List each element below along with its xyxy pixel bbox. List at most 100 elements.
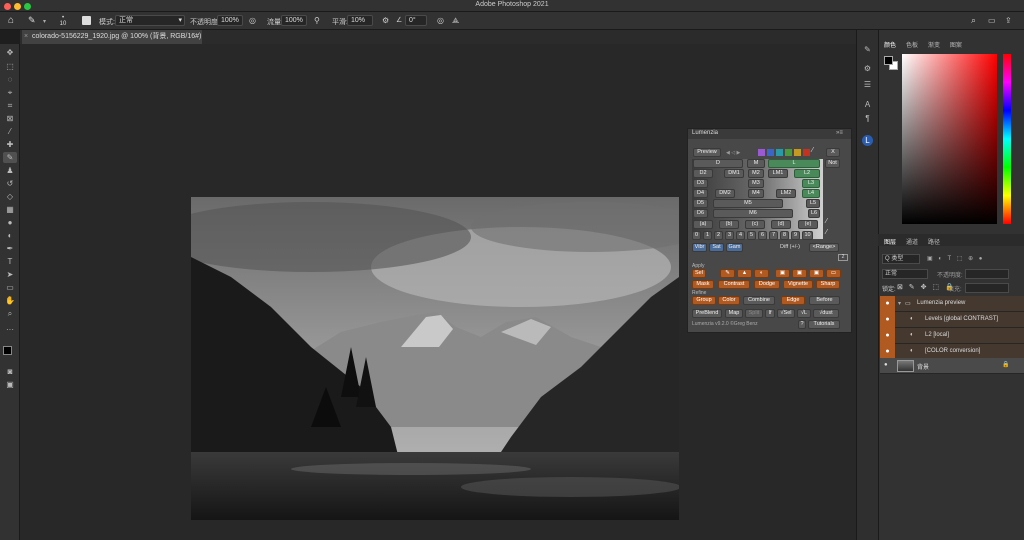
btn-mask-frame[interactable]: ▭ <box>826 269 841 278</box>
flow-input[interactable]: 100% <box>281 15 307 26</box>
tab-layers[interactable]: 图层 <box>884 240 896 246</box>
brush-settings-panel-icon[interactable]: ✎ <box>861 44 874 55</box>
gradient-tool-icon[interactable]: ▦ <box>3 204 17 215</box>
btn-lm2[interactable]: LM2 <box>776 189 796 198</box>
btn-zone-3[interactable]: 3 <box>725 231 734 240</box>
preview-button[interactable]: Preview <box>693 148 721 157</box>
btn-zone-2[interactable]: 2 <box>714 231 723 240</box>
btn-l2[interactable]: L2 <box>794 169 820 178</box>
swatch-red[interactable] <box>803 149 810 156</box>
btn-vibrance[interactable]: Vibr <box>692 243 707 252</box>
btn-mask-solid[interactable]: ▣ <box>792 269 807 278</box>
eye-icon[interactable]: ● <box>880 296 895 312</box>
color-foreground-swatch[interactable] <box>884 56 893 65</box>
btn-group[interactable]: Group <box>692 296 716 305</box>
chevron-down-icon[interactable]: ▾ <box>898 300 901 307</box>
path-select-tool-icon[interactable]: ➤ <box>3 269 17 280</box>
btn-combine[interactable]: Combine <box>743 296 775 305</box>
layer-row[interactable]: ● ▾ ▭ Lumenzia preview <box>880 296 1024 312</box>
pressure-size-icon[interactable]: ◎ <box>437 16 444 25</box>
page-number[interactable]: 2 <box>838 254 848 261</box>
btn-mask-image[interactable]: ▣ <box>775 269 790 278</box>
history-arrows-icon[interactable]: ◀ ◁ ▶ <box>726 150 740 156</box>
stamp-tool-icon[interactable]: ♟ <box>3 165 17 176</box>
btn-mask[interactable]: Mask <box>692 280 714 289</box>
btn-mask-gray[interactable]: ▣ <box>809 269 824 278</box>
btn-edge[interactable]: Edge <box>781 296 805 305</box>
quick-mask-icon[interactable]: ◙ <box>3 366 17 377</box>
btn-d6[interactable]: D6 <box>693 209 708 218</box>
btn-zone-7[interactable]: 7 <box>769 231 778 240</box>
btn-l[interactable]: L <box>768 159 820 168</box>
eyedropper-icon[interactable]: ⁄ <box>812 147 813 154</box>
document-image[interactable] <box>191 197 679 520</box>
eyedropper-tool-icon[interactable]: ⁄ <box>3 126 17 137</box>
swatch-yellow[interactable] <box>794 149 801 156</box>
swatch-blue[interactable] <box>767 149 774 156</box>
btn-d5[interactable]: D5 <box>693 199 708 208</box>
tab-swatches[interactable]: 色板 <box>906 43 918 49</box>
lasso-tool-icon[interactable]: ◌ <box>3 74 17 85</box>
btn-map[interactable]: Map <box>725 309 743 318</box>
hue-slider[interactable] <box>1003 54 1011 224</box>
dodge-tool-icon[interactable]: ◐ <box>3 230 17 241</box>
layer-row[interactable]: ● ◐ L2 [local] <box>880 328 1024 344</box>
pressure-opacity-icon[interactable]: ◎ <box>249 16 256 25</box>
hand-tool-icon[interactable]: ✋ <box>3 295 17 306</box>
btn-l6[interactable]: L6 <box>808 209 820 218</box>
swatch-cyan[interactable] <box>776 149 783 156</box>
btn-d[interactable]: D <box>693 159 743 168</box>
tab-channels[interactable]: 通道 <box>906 240 918 246</box>
layer-filter-select[interactable]: Q 类型 <box>882 254 920 264</box>
symmetry-icon[interactable]: ⟁ <box>452 16 459 26</box>
fill-input[interactable] <box>965 283 1009 293</box>
foreground-color-swatch[interactable] <box>3 346 12 355</box>
mode-select[interactable]: 正常 ▾ <box>115 15 185 26</box>
tab-paths[interactable]: 路径 <box>928 240 940 246</box>
adjustments-panel-icon[interactable]: ⚙ <box>861 63 874 74</box>
btn-zone-c[interactable]: (c) <box>745 220 765 229</box>
btn-d2[interactable]: D2 <box>693 169 713 178</box>
btn-zone-6[interactable]: 6 <box>758 231 767 240</box>
btn-m3[interactable]: M3 <box>748 179 764 188</box>
btn-gamut[interactable]: Gam <box>726 243 743 252</box>
document-tab-close-icon[interactable]: × <box>24 30 28 44</box>
shape-tool-icon[interactable]: ▭ <box>3 282 17 293</box>
zoom-tool-icon[interactable]: ⌕ <box>3 308 17 319</box>
btn-dodge-burn[interactable]: ◐ <box>754 269 769 278</box>
gear-icon[interactable]: ⚙ <box>382 16 389 25</box>
btn-zone-1[interactable]: 1 <box>703 231 712 240</box>
tab-patterns[interactable]: 图案 <box>950 43 962 49</box>
btn-fill[interactable]: ▲ <box>737 269 752 278</box>
more-tools-icon[interactable]: ··· <box>3 324 17 335</box>
btn-d3[interactable]: D3 <box>693 179 708 188</box>
healing-tool-icon[interactable]: ✚ <box>3 139 17 150</box>
btn-split[interactable]: Split <box>745 309 763 318</box>
paragraph-panel-icon[interactable]: ¶ <box>861 113 874 124</box>
home-icon[interactable]: ⌂ <box>8 15 14 26</box>
btn-zone-e[interactable]: (e) <box>798 220 818 229</box>
btn-zone-8[interactable]: 8 <box>780 231 789 240</box>
screen-mode-icon[interactable]: ▣ <box>3 379 17 390</box>
btn-vignette[interactable]: Vignette <box>783 280 813 289</box>
btn-dm2[interactable]: DM2 <box>715 189 735 198</box>
panel-menu-icon[interactable]: »≡ <box>836 130 843 136</box>
lock-icons[interactable]: ⊠ ✎ ✥ ⬚ 🔒 <box>897 283 956 291</box>
btn-check-l[interactable]: √L <box>797 309 811 318</box>
btn-zone-4[interactable]: 4 <box>736 231 745 240</box>
zone-eyedropper-icon[interactable]: ⁄ <box>826 218 827 225</box>
layer-row[interactable]: ● ◐ Levels [global CONTRAST] <box>880 312 1024 328</box>
brush-settings-icon[interactable] <box>82 16 91 25</box>
not-button[interactable]: Not <box>825 159 840 168</box>
btn-zone-9[interactable]: 9 <box>791 231 800 240</box>
range-eyedropper-icon[interactable]: ⁄ <box>826 229 827 236</box>
btn-if[interactable]: If <box>765 309 775 318</box>
brush-preset-icon[interactable]: ✎ <box>28 15 36 26</box>
btn-m5[interactable]: M5 <box>713 199 783 208</box>
tab-color[interactable]: 颜色 <box>884 43 896 49</box>
btn-dodge[interactable]: Dodge <box>754 280 780 289</box>
move-tool-icon[interactable]: ✥ <box>3 47 17 58</box>
crop-tool-icon[interactable]: ⌗ <box>3 100 17 111</box>
opacity-input[interactable]: 100% <box>217 15 243 26</box>
btn-sel[interactable]: Sel <box>692 269 706 278</box>
